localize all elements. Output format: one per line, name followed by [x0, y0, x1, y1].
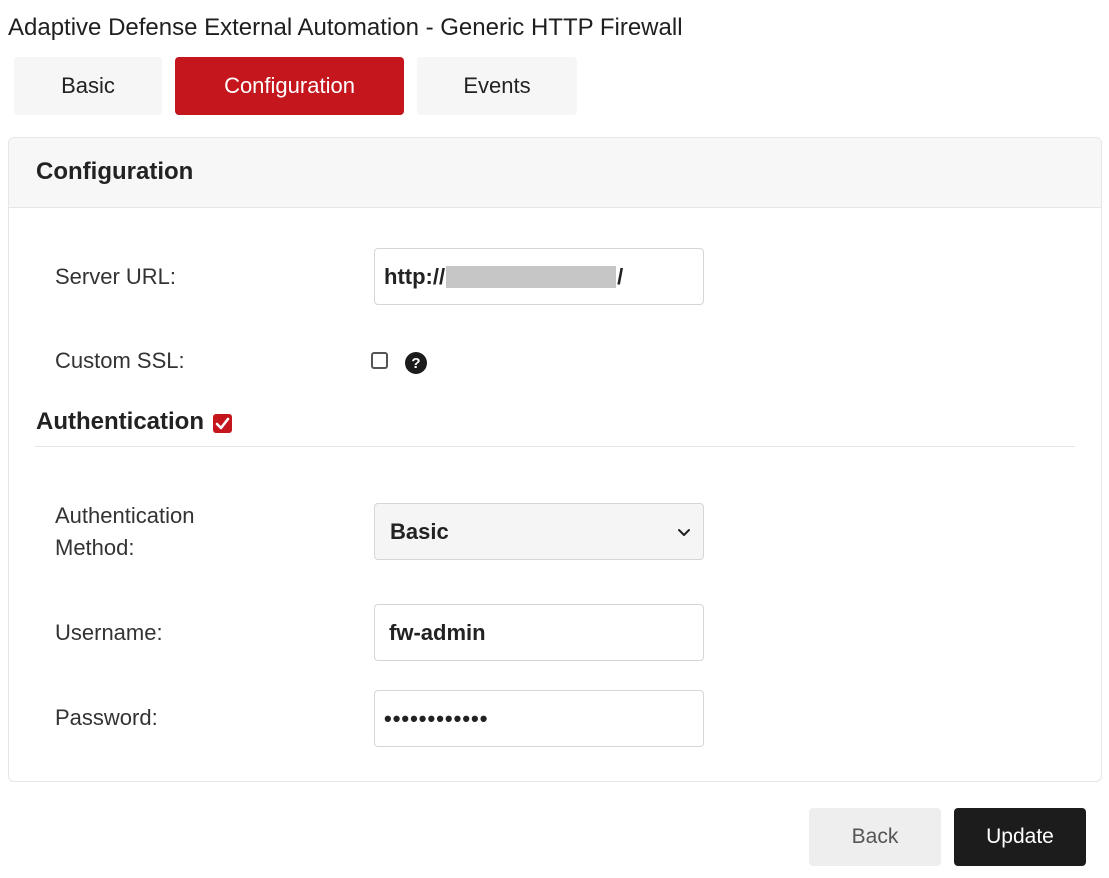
section-divider	[35, 446, 1075, 447]
authentication-heading: Authentication	[36, 408, 204, 435]
update-button[interactable]: Update	[954, 808, 1086, 866]
custom-ssl-checkbox[interactable]	[371, 352, 388, 369]
tab-configuration[interactable]: Configuration	[175, 57, 404, 115]
server-url-label: Server URL:	[55, 264, 177, 289]
back-button[interactable]: Back	[809, 808, 941, 866]
tab-events[interactable]: Events	[417, 57, 577, 115]
redacted-host	[446, 265, 617, 288]
tab-basic[interactable]: Basic	[14, 57, 162, 115]
custom-ssl-label: Custom SSL:	[55, 348, 185, 373]
username-value: fw-admin	[389, 619, 486, 645]
password-input[interactable]: ••••••••••••	[374, 690, 704, 747]
auth-method-select[interactable]: Basic	[374, 503, 704, 560]
password-value: ••••••••••••	[384, 705, 489, 731]
auth-method-label: Authentication Method:	[55, 500, 194, 564]
password-label: Password:	[55, 705, 158, 730]
chevron-down-icon	[678, 529, 690, 536]
server-url-input[interactable]: http:// /	[374, 248, 704, 305]
server-url-prefix: http://	[384, 263, 446, 289]
authentication-checkbox[interactable]	[213, 414, 232, 433]
username-input[interactable]: fw-admin	[374, 604, 704, 661]
server-url-suffix: /	[617, 263, 624, 289]
auth-method-label-line2: Method:	[55, 535, 135, 560]
username-label: Username:	[55, 620, 163, 645]
page-title: Adaptive Defense External Automation - G…	[8, 14, 683, 41]
panel-title: Configuration	[36, 158, 194, 185]
configuration-panel: Configuration Server URL: http:// / Cust…	[8, 137, 1102, 782]
panel-header: Configuration	[9, 138, 1101, 208]
auth-method-value: Basic	[390, 518, 449, 544]
auth-method-label-line1: Authentication	[55, 503, 195, 528]
question-circle-icon[interactable]: ?	[405, 352, 427, 374]
checkmark-icon	[215, 417, 230, 430]
